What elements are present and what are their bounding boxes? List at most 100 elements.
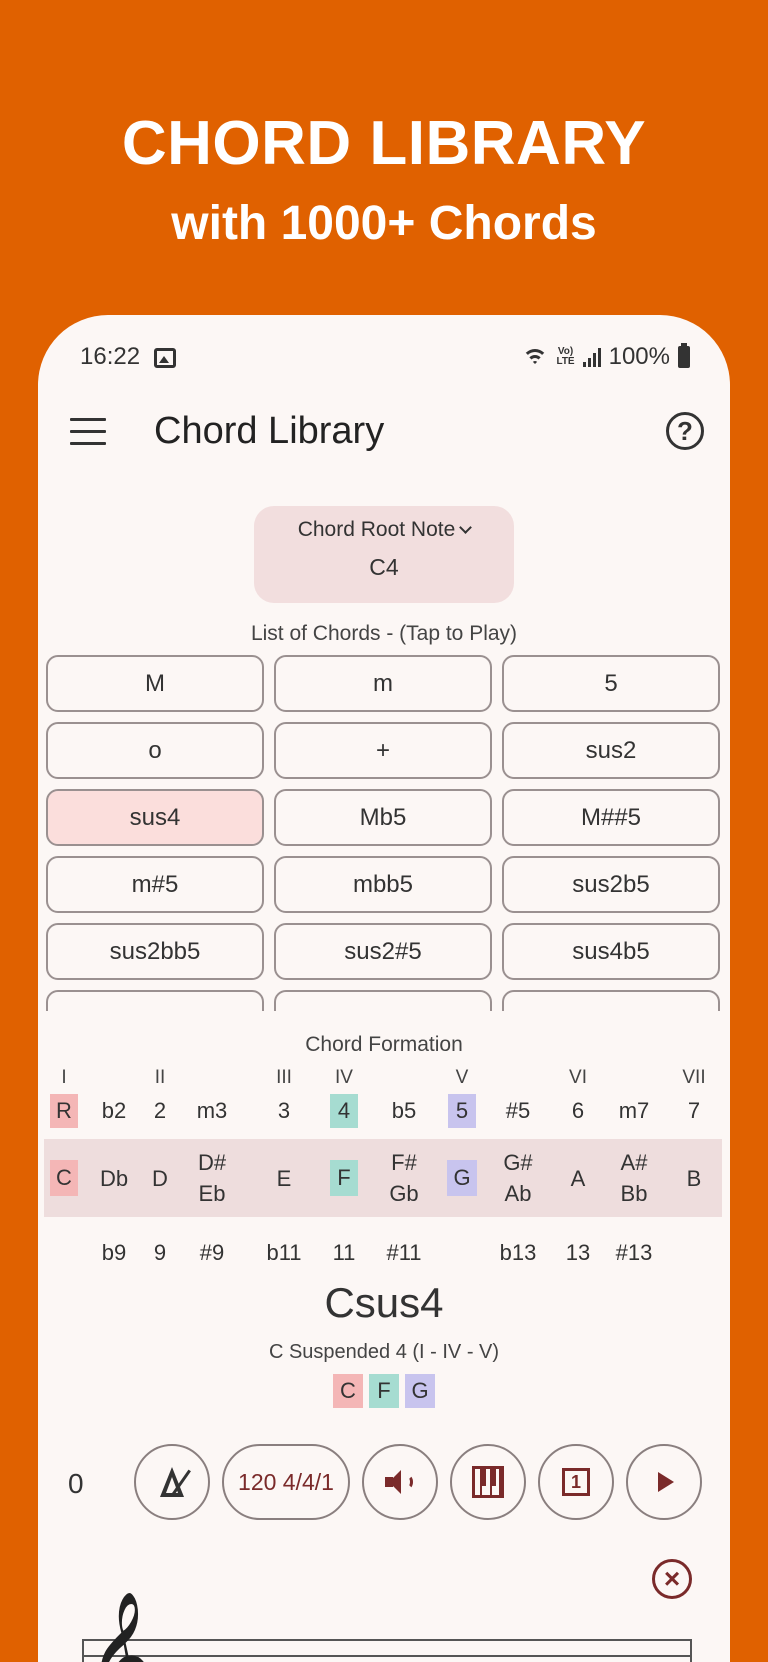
chord-formation: Chord Formation I II III IV V VI VII R b… bbox=[38, 1019, 730, 1662]
degree-cell: #5 bbox=[505, 1098, 531, 1123]
extension-cell: 13 bbox=[565, 1240, 591, 1265]
extension-cell: #11 bbox=[386, 1240, 422, 1265]
close-icon[interactable]: × bbox=[652, 1559, 692, 1599]
chord-button-sus2[interactable]: sus2 bbox=[502, 722, 720, 779]
root-note-selector[interactable]: Chord Root Note C4 bbox=[254, 506, 514, 603]
repeat-one-button[interactable]: 1 bbox=[538, 1444, 614, 1520]
degree-cell: 4 bbox=[330, 1094, 358, 1128]
root-note-label: Chord Root Note bbox=[297, 518, 456, 541]
page-title: Chord Library bbox=[154, 410, 385, 452]
help-icon[interactable]: ? bbox=[666, 412, 704, 450]
formation-title: Chord Formation bbox=[305, 1033, 463, 1056]
chord-note: F bbox=[369, 1374, 399, 1408]
wifi-icon bbox=[522, 347, 549, 367]
chord-description: C Suspended 4 (I - IV - V) bbox=[268, 1341, 500, 1363]
play-icon bbox=[658, 1472, 674, 1492]
metronome-button[interactable] bbox=[134, 1444, 210, 1520]
note-cell-alt: Ab bbox=[504, 1181, 532, 1206]
chord-list-title: List of Chords - (Tap to Play) bbox=[250, 622, 518, 645]
playback-controls: 0 120 4/4/1 1 bbox=[38, 1444, 730, 1524]
chord-button-mbb5[interactable]: mbb5 bbox=[274, 856, 492, 913]
extension-cell: b13 bbox=[499, 1240, 537, 1265]
note-cell: A# bbox=[620, 1150, 648, 1175]
chord-button-sus2bb5[interactable]: sus2bb5 bbox=[46, 923, 264, 980]
chord-button-M[interactable]: M bbox=[46, 655, 264, 712]
extension-cell: #9 bbox=[199, 1240, 225, 1265]
chord-button-o[interactable]: o bbox=[46, 722, 264, 779]
note-cell-alt: Bb bbox=[620, 1181, 648, 1206]
roman-numeral: III bbox=[276, 1067, 292, 1088]
tempo-button[interactable]: 120 4/4/1 bbox=[222, 1444, 350, 1520]
battery-percent: 100% bbox=[608, 343, 670, 370]
note-cell: F# bbox=[391, 1150, 417, 1175]
treble-clef-icon: 𝄞 bbox=[88, 1590, 154, 1662]
degree-cell: b2 bbox=[101, 1098, 127, 1123]
roman-numeral: II bbox=[154, 1067, 166, 1088]
note-cell-alt: Gb bbox=[389, 1181, 419, 1206]
chord-name: Csus4 bbox=[324, 1279, 444, 1326]
chord-button-plus[interactable]: + bbox=[274, 722, 492, 779]
chord-button-Mb5[interactable]: Mb5 bbox=[274, 789, 492, 846]
note-cell: D bbox=[152, 1165, 168, 1191]
extension-cell: 11 bbox=[332, 1240, 356, 1265]
degree-cell: 5 bbox=[448, 1094, 476, 1128]
chord-button-partial[interactable] bbox=[46, 990, 264, 1011]
degree-cell: 7 bbox=[687, 1098, 701, 1123]
metronome-icon bbox=[157, 1465, 191, 1499]
speaker-icon bbox=[385, 1470, 415, 1494]
note-cell: E bbox=[276, 1165, 292, 1191]
signal-icon bbox=[582, 347, 601, 367]
menu-icon[interactable] bbox=[70, 418, 106, 446]
roman-numeral: VII bbox=[682, 1067, 706, 1088]
note-cell: G bbox=[447, 1160, 477, 1196]
chord-note: G bbox=[405, 1374, 435, 1408]
note-cell: C bbox=[50, 1160, 78, 1196]
note-cell: Db bbox=[99, 1165, 129, 1191]
chord-button-m#5[interactable]: m#5 bbox=[46, 856, 264, 913]
chord-notes: C F G bbox=[38, 1374, 730, 1408]
roman-numeral: VI bbox=[569, 1067, 587, 1088]
chord-button-partial[interactable] bbox=[502, 990, 720, 1011]
phone-screen: 16:22 Vo) LTE 100% Chord Library ? Chord … bbox=[38, 315, 730, 1662]
note-cell: D# bbox=[197, 1150, 227, 1175]
play-button[interactable] bbox=[626, 1444, 702, 1520]
piano-button[interactable] bbox=[450, 1444, 526, 1520]
degree-cell: b5 bbox=[391, 1098, 417, 1123]
chord-button-sus2#5[interactable]: sus2#5 bbox=[274, 923, 492, 980]
chord-button-sus4b5[interactable]: sus4b5 bbox=[502, 923, 720, 980]
status-bar: 16:22 Vo) LTE 100% bbox=[38, 339, 730, 379]
note-cell: G# bbox=[503, 1150, 533, 1175]
chevron-down-icon bbox=[459, 521, 473, 534]
degree-cell: 6 bbox=[571, 1098, 585, 1123]
chord-note: C bbox=[333, 1374, 363, 1408]
chord-button-partial[interactable] bbox=[274, 990, 492, 1011]
degree-cell: 3 bbox=[277, 1098, 291, 1123]
note-cell: A bbox=[570, 1165, 586, 1191]
roman-numeral: IV bbox=[335, 1067, 353, 1088]
tempo-label: 120 4/4/1 bbox=[238, 1468, 334, 1495]
chord-button-sus4[interactable]: sus4 bbox=[46, 789, 264, 846]
volte-icon: Vo) LTE bbox=[556, 346, 575, 367]
music-staff: 𝄞 × bbox=[82, 1559, 692, 1662]
degree-cell: m7 bbox=[618, 1098, 650, 1123]
counter-value: 0 bbox=[68, 1468, 84, 1499]
chord-button-sus2b5[interactable]: sus2b5 bbox=[502, 856, 720, 913]
battery-icon bbox=[678, 343, 690, 368]
one-box-icon: 1 bbox=[562, 1468, 590, 1496]
root-note-value: C4 bbox=[369, 554, 399, 580]
extension-cell: #13 bbox=[615, 1240, 653, 1265]
roman-numeral: I bbox=[61, 1067, 67, 1088]
sound-button[interactable] bbox=[362, 1444, 438, 1520]
note-cell: B bbox=[686, 1165, 702, 1191]
chord-list: M m 5 o + sus2 sus4 Mb5 M##5 m#5 mbb5 su… bbox=[46, 655, 722, 1011]
status-time: 16:22 bbox=[80, 343, 141, 370]
chord-button-M##5[interactable]: M##5 bbox=[502, 789, 720, 846]
degree-cell: 2 bbox=[153, 1098, 167, 1123]
note-cell: F bbox=[330, 1160, 358, 1196]
degree-cell: R bbox=[50, 1094, 78, 1128]
chord-button-5[interactable]: 5 bbox=[502, 655, 720, 712]
extension-cell: 9 bbox=[153, 1240, 167, 1265]
chord-button-m[interactable]: m bbox=[274, 655, 492, 712]
degree-cell: m3 bbox=[196, 1098, 228, 1123]
roman-numeral: V bbox=[455, 1067, 469, 1088]
